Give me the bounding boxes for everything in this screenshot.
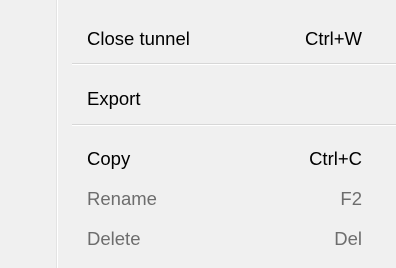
menu-item-shortcut: Del xyxy=(334,228,362,249)
menu-item-close-tunnel[interactable]: Close tunnel Ctrl+W xyxy=(58,21,396,57)
menu-item-export[interactable]: Export xyxy=(58,81,396,117)
menu-item-copy[interactable]: Copy Ctrl+C xyxy=(58,141,396,177)
menu-item-label: Delete xyxy=(87,228,141,249)
menu-icon-gutter xyxy=(0,0,56,268)
menu-item-label: Export xyxy=(87,88,141,109)
menu-separator-highlight xyxy=(72,64,396,65)
menu-item-label: Rename xyxy=(87,188,157,209)
menu-item-delete[interactable]: Delete Del xyxy=(58,221,396,257)
menu-item-label: Copy xyxy=(87,148,131,169)
menu-item-rename[interactable]: Rename F2 xyxy=(58,181,396,217)
menu-item-label: Close tunnel xyxy=(87,28,190,49)
menu-item-shortcut: Ctrl+C xyxy=(309,148,362,169)
menu-separator-highlight xyxy=(72,125,396,126)
menu-item-shortcut: F2 xyxy=(340,188,362,209)
menu-item-shortcut: Ctrl+W xyxy=(304,28,362,49)
context-menu: Close tunnel Ctrl+W Export Copy Ctrl+C R… xyxy=(0,0,396,268)
